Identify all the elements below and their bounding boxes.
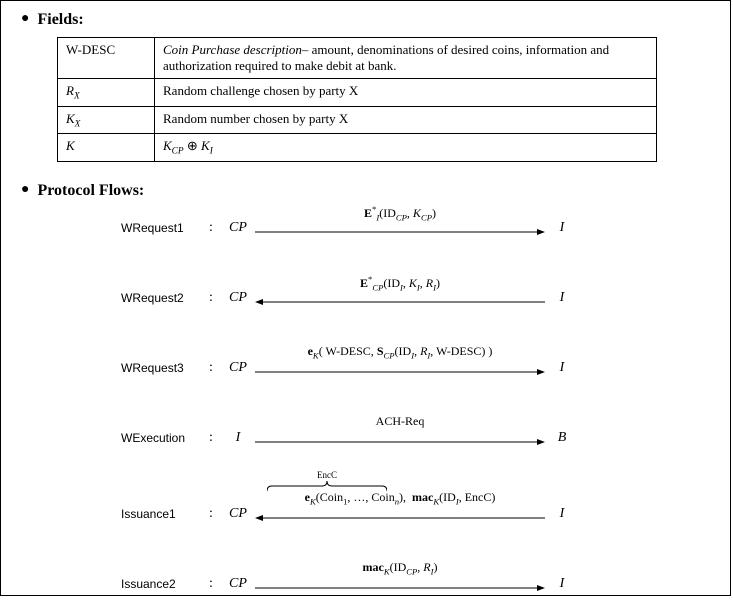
flow-label: eK( W-DESC, SCP(IDI, RI, W-DESC) ) bbox=[255, 344, 545, 360]
flow-right-party: I bbox=[545, 290, 579, 306]
flows-title: Protocol Flows: bbox=[37, 182, 144, 200]
colon: : bbox=[201, 430, 221, 446]
field-desc: KCP ⊕ KI bbox=[155, 134, 657, 162]
arrow-right-icon bbox=[255, 582, 545, 594]
arrow-right-icon bbox=[255, 226, 545, 238]
flow-row: WRequest2 : CP E*CP(IDI, KI, RI) I bbox=[121, 278, 710, 318]
flow-left-party: CP bbox=[221, 576, 255, 592]
field-name: K bbox=[58, 134, 155, 162]
arrow-right-icon bbox=[255, 436, 545, 448]
flow-right-party: I bbox=[545, 360, 579, 376]
field-name: RX bbox=[58, 79, 155, 107]
flow-name: Issuance1 bbox=[121, 507, 201, 521]
colon: : bbox=[201, 220, 221, 236]
flow-label: E*CP(IDI, KI, RI) bbox=[255, 274, 545, 292]
flow-right-party: I bbox=[545, 506, 579, 522]
field-name: W-DESC bbox=[58, 38, 155, 79]
flow-right-party: I bbox=[545, 576, 579, 592]
flow-name: WRequest2 bbox=[121, 291, 201, 305]
arrow-right-icon bbox=[255, 366, 545, 378]
colon: : bbox=[201, 360, 221, 376]
flow-name: WRequest1 bbox=[121, 221, 201, 235]
bullet-icon: ● bbox=[21, 182, 29, 199]
colon: : bbox=[201, 576, 221, 592]
flow-row: WRequest1 : CP E*I(IDCP, KCP) I bbox=[121, 208, 710, 248]
flow-left-party: I bbox=[221, 430, 255, 446]
table-row: RX Random challenge chosen by party X bbox=[58, 79, 657, 107]
fields-table: W-DESC Coin Purchase description– amount… bbox=[57, 37, 657, 162]
colon: : bbox=[201, 506, 221, 522]
flow-right-party: B bbox=[545, 430, 579, 446]
flow-name: WExecution bbox=[121, 431, 201, 445]
flow-label: macK(IDCP, RI) bbox=[255, 560, 545, 576]
arrow-left-icon bbox=[255, 512, 545, 524]
field-desc: Random number chosen by party X bbox=[155, 106, 657, 134]
flow-left-party: CP bbox=[221, 290, 255, 306]
flow-left-party: CP bbox=[221, 360, 255, 376]
field-desc: Random challenge chosen by party X bbox=[155, 79, 657, 107]
flow-left-party: CP bbox=[221, 506, 255, 522]
flow-row: WRequest3 : CP eK( W-DESC, SCP(IDI, RI, … bbox=[121, 348, 710, 388]
table-row: K KCP ⊕ KI bbox=[58, 134, 657, 162]
flow-label: eK(Coin1, …, Coinn), macK(IDI, EncC) bbox=[255, 490, 545, 506]
brace-label: EncC bbox=[267, 470, 387, 480]
flow-left-party: CP bbox=[221, 220, 255, 236]
flow-name: WRequest3 bbox=[121, 361, 201, 375]
flow-row: WExecution : I ACH-Req B bbox=[121, 418, 710, 458]
flow-label: ACH-Req bbox=[255, 414, 545, 429]
flow-row: Issuance1 : CP EncC eK(Coin1, …, Coinn),… bbox=[121, 494, 710, 534]
flow-right-party: I bbox=[545, 220, 579, 236]
bullet-icon: ● bbox=[21, 11, 29, 28]
colon: : bbox=[201, 290, 221, 306]
field-desc: Coin Purchase description– amount, denom… bbox=[155, 38, 657, 79]
brace-icon bbox=[267, 480, 387, 490]
flow-label: E*I(IDCP, KCP) bbox=[255, 204, 545, 222]
fields-title: Fields: bbox=[37, 11, 83, 29]
table-row: W-DESC Coin Purchase description– amount… bbox=[58, 38, 657, 79]
arrow-left-icon bbox=[255, 296, 545, 308]
flow-name: Issuance2 bbox=[121, 577, 201, 591]
field-name: KX bbox=[58, 106, 155, 134]
table-row: KX Random number chosen by party X bbox=[58, 106, 657, 134]
